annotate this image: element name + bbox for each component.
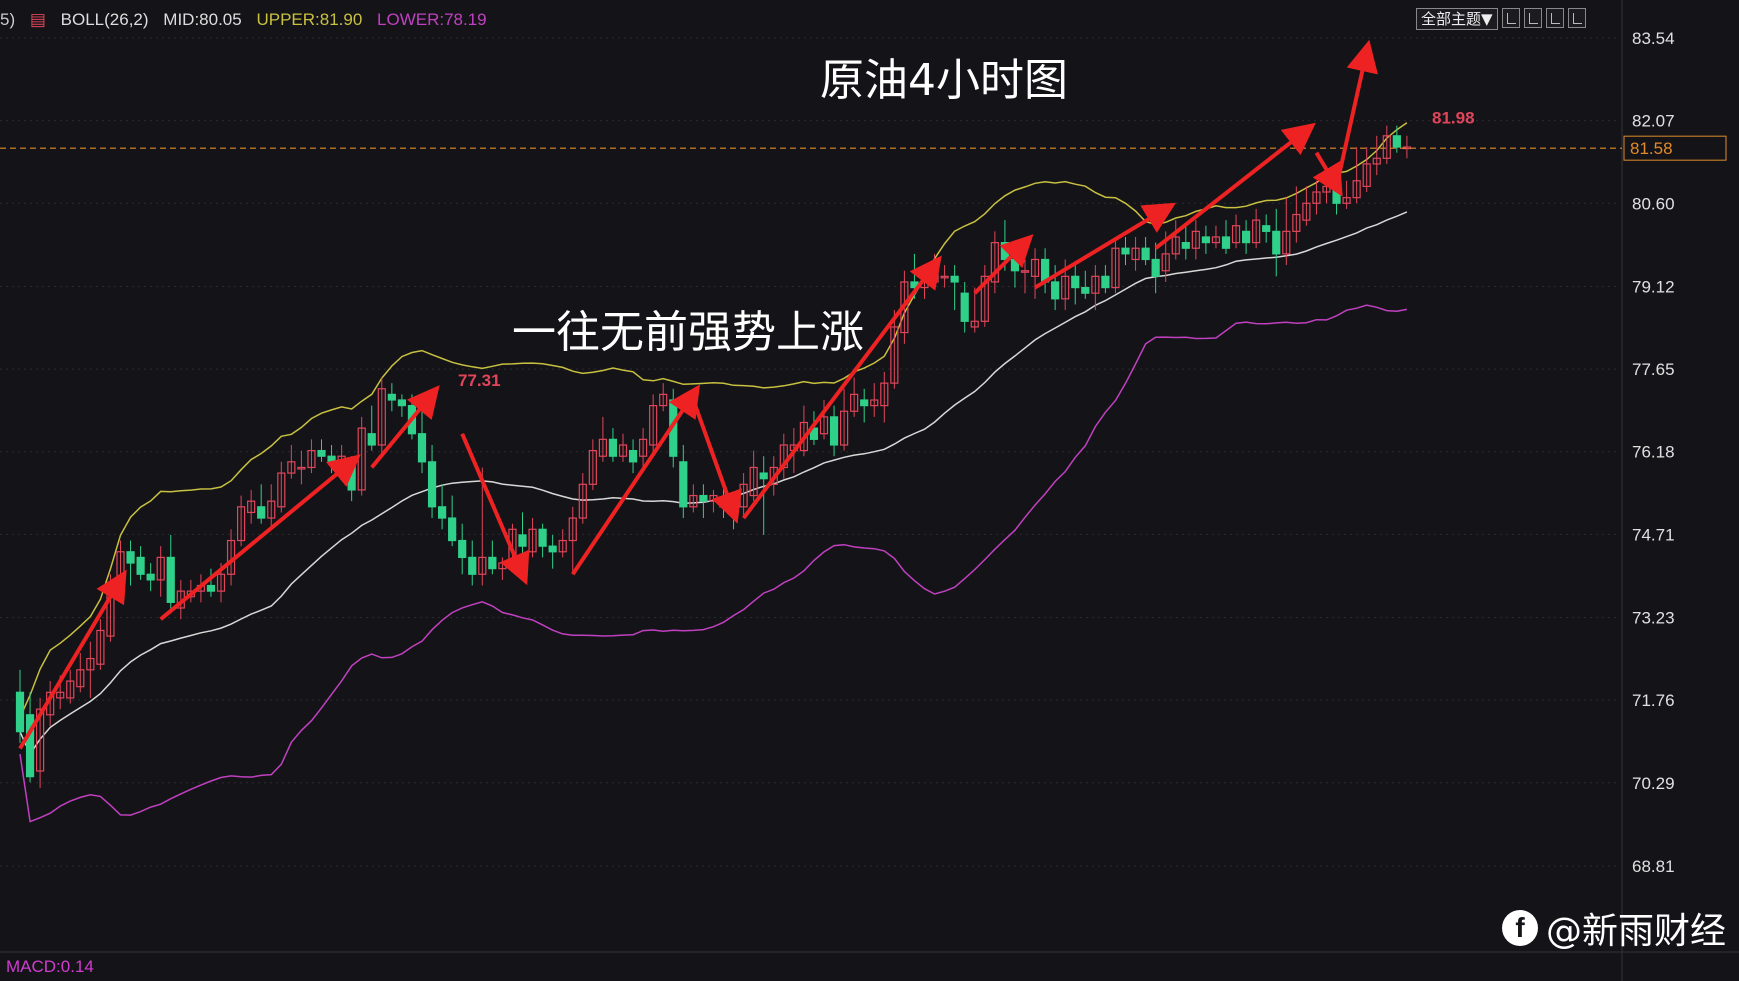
candle-body: [719, 500, 728, 508]
candle-body: [327, 455, 336, 463]
candle-body: [126, 551, 135, 564]
candle-body: [538, 528, 547, 547]
y-tick-label: 74.71: [1632, 525, 1675, 544]
y-tick-label: 68.81: [1632, 857, 1675, 876]
trend-arrow: [18, 569, 127, 750]
boll-mid-value: MID:80.05: [163, 10, 242, 29]
candle-body: [448, 517, 457, 542]
indicator-header: 5) ▤ BOLL(26,2) MID:80.05 UPPER:81.90 LO…: [0, 10, 497, 30]
candle-body: [438, 506, 447, 519]
candle-body: [1071, 275, 1080, 289]
candle-body: [548, 545, 557, 553]
expand-icon[interactable]: [1567, 8, 1586, 28]
y-tick-label: 83.54: [1632, 29, 1675, 48]
candle-body: [1121, 247, 1130, 255]
candle-body: [518, 534, 527, 547]
candle-body: [1262, 225, 1271, 232]
y-tick-label: 70.29: [1632, 774, 1675, 793]
candle-body: [166, 556, 175, 603]
chart-toolbar: 全部主题▼: [1416, 8, 1586, 30]
candle-body: [206, 584, 216, 592]
candle-body: [1081, 286, 1090, 294]
candle-body: [950, 275, 959, 283]
candle-body: [1010, 258, 1020, 272]
boll-lower-value: LOWER:78.19: [377, 10, 487, 29]
watermark-text: @新雨财经: [1546, 911, 1727, 952]
candle-body: [468, 556, 477, 575]
candle-body: [759, 472, 768, 480]
high-label: 81.98: [1432, 109, 1475, 128]
candle-body: [628, 449, 638, 463]
candle-body: [1151, 258, 1160, 277]
y-tick-label: 80.60: [1632, 194, 1675, 213]
candle-body: [699, 494, 708, 502]
boll-indicator-name: BOLL(26,2): [60, 10, 149, 29]
zoom-icon[interactable]: [1545, 8, 1564, 28]
y-tick-label: 76.18: [1632, 443, 1675, 462]
candle-body: [1221, 236, 1231, 249]
header-left-fragment: 5): [0, 10, 16, 29]
macd-label: MACD:0.14: [6, 957, 94, 976]
y-tick-label: 71.76: [1632, 691, 1675, 710]
candle-body: [15, 691, 25, 733]
candle-body: [317, 449, 326, 457]
y-tick-label: 79.12: [1632, 277, 1675, 296]
candle-body: [146, 573, 155, 581]
candle-body: [679, 461, 688, 508]
candle-body: [1101, 275, 1110, 289]
y-tick-label: 73.23: [1632, 609, 1675, 628]
watermark: f @新雨财经: [1502, 902, 1726, 954]
candle-body: [458, 539, 467, 558]
candle-body: [488, 556, 497, 570]
candle-body: [1000, 242, 1010, 261]
trend-arrow: [159, 454, 361, 621]
brand-logo-icon: f: [1502, 910, 1538, 946]
chart-title: 原油4小时图: [820, 55, 1068, 106]
candle-body: [417, 433, 427, 463]
candle-body: [829, 416, 839, 446]
theme-dropdown-button[interactable]: 全部主题▼: [1416, 8, 1498, 30]
candle-body: [1051, 281, 1060, 300]
layout-icon[interactable]: [1523, 8, 1542, 28]
candle-body: [1201, 236, 1211, 244]
high-label: 77.31: [458, 371, 501, 390]
candle-body: [1392, 135, 1401, 148]
boll-upper-value: UPPER:81.90: [256, 10, 363, 29]
trend-annotation: 一往无前强势上涨: [512, 307, 864, 358]
candle-body: [367, 433, 376, 446]
candle-body: [427, 461, 437, 508]
candle-body: [1241, 230, 1251, 244]
crosshair-icon[interactable]: [1501, 8, 1520, 28]
y-tick-label: 82.07: [1632, 112, 1675, 131]
candle-body: [860, 399, 869, 407]
candle-body: [1272, 230, 1281, 255]
trend-arrow: [1334, 39, 1378, 187]
candle-body: [1141, 247, 1150, 261]
candle-body: [387, 393, 396, 401]
candle-body: [1181, 242, 1190, 249]
boll-icon: ▤: [29, 10, 46, 29]
candle-body: [1332, 185, 1341, 204]
candle-body: [397, 399, 406, 407]
candle-body: [257, 506, 266, 519]
candle-body: [960, 292, 969, 322]
y-tick-label: 77.65: [1632, 360, 1675, 379]
current-price-label: 81.58: [1630, 139, 1673, 158]
candle-body: [608, 438, 618, 457]
price-chart: 83.54 82.07 80.60 79.12 77.65 76.18 74.71 73.23…: [0, 0, 1739, 981]
candle-body: [136, 556, 145, 575]
